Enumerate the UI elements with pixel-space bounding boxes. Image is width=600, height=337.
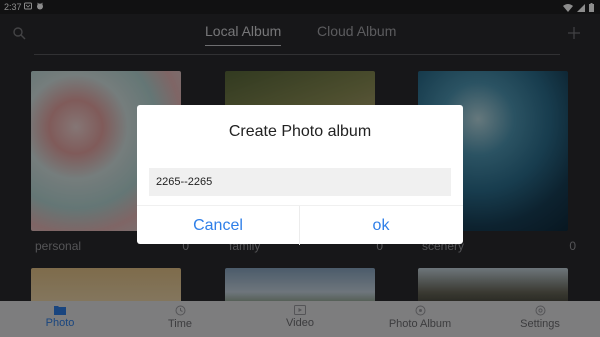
ok-button[interactable]: ok [300,206,462,245]
create-album-dialog: Create Photo album Cancel ok [137,105,463,245]
screen: 2:37 Local Album Cloud Album personal 0 … [0,0,600,337]
dialog-buttons: Cancel ok [137,205,463,245]
cancel-button[interactable]: Cancel [137,206,299,245]
dialog-title: Create Photo album [228,123,372,140]
album-name-input[interactable] [149,168,451,196]
